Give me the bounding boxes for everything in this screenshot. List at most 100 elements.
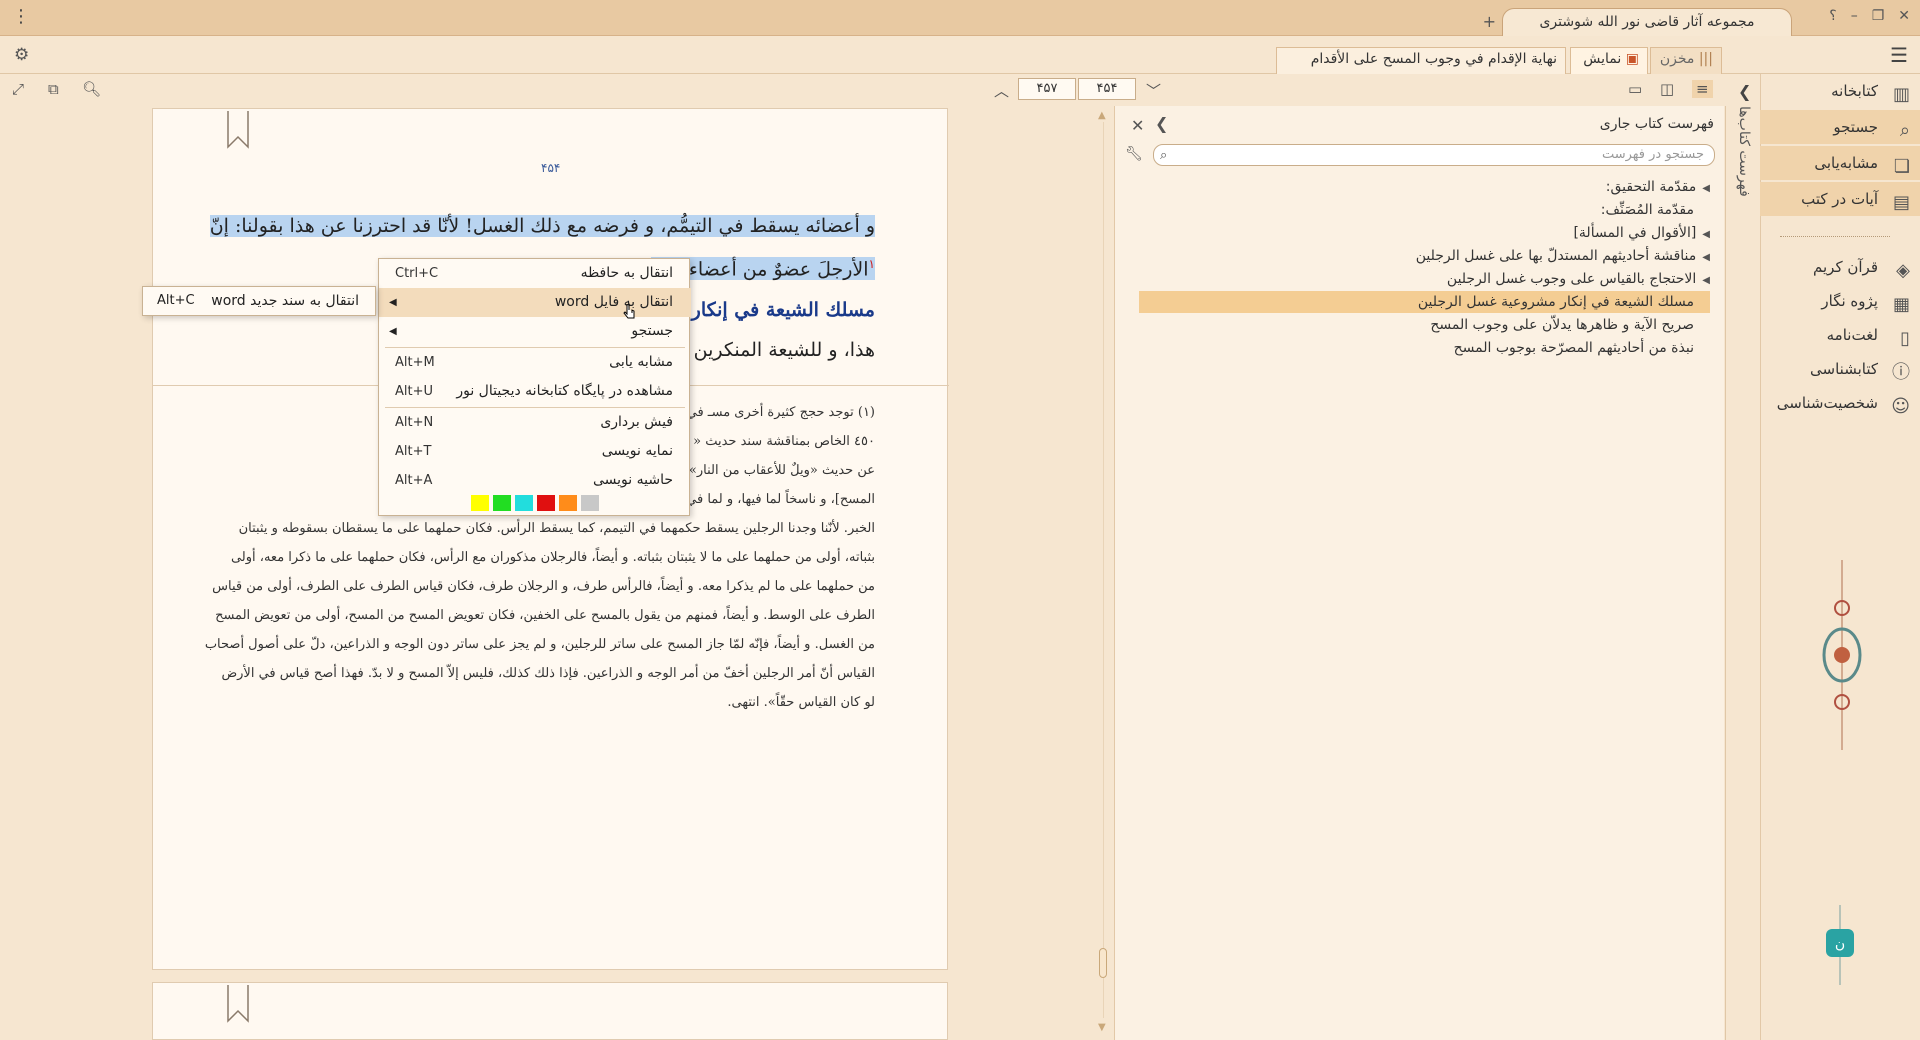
nav-item-library[interactable]: ▥ کتابخانه bbox=[1760, 74, 1920, 108]
toc-row[interactable]: ◀ الاحتجاج بالقياس على وجوب غسل الرجلين bbox=[1447, 268, 1710, 290]
menu-item-shortcut: Alt+U bbox=[395, 384, 434, 399]
color-swatch-cyan[interactable] bbox=[515, 495, 533, 511]
chevron-left-icon[interactable]: ❮ bbox=[1155, 114, 1168, 133]
view-tab-icon: ▣ bbox=[1621, 51, 1639, 67]
svg-text:ن: ن bbox=[1835, 936, 1845, 952]
minimize-button[interactable]: – bbox=[1851, 8, 1858, 24]
list-view-icon[interactable]: ≡ bbox=[1692, 80, 1713, 98]
text-line-selected[interactable]: و أعضائه يسقط في التيمُّم، و فرضه مع ذلك… bbox=[209, 215, 875, 237]
toc-row-selected[interactable]: مسلك الشيعة في إنكار مشروعية غسل الرجلين bbox=[1139, 291, 1710, 313]
color-swatch-gray[interactable] bbox=[581, 495, 599, 511]
submenu-arrow-icon: ◀ bbox=[389, 297, 397, 308]
nav-item-dictionary[interactable]: ▯ لغت‌نامه bbox=[1760, 318, 1920, 352]
compare-icon[interactable]: ⧉ bbox=[48, 80, 59, 98]
gear-icon[interactable]: ⚙ bbox=[14, 45, 29, 65]
toc-row-label: [الأقوال في المسألة] bbox=[1573, 225, 1697, 241]
collapse-nav-icon[interactable]: ❮ bbox=[1738, 82, 1751, 101]
nav-item-persons[interactable]: ☺ شخصیت‌شناسی bbox=[1760, 386, 1920, 420]
quran-icon: ◈ bbox=[1896, 260, 1910, 281]
color-swatch-green[interactable] bbox=[493, 495, 511, 511]
single-page-view-icon[interactable]: ▭ bbox=[1628, 80, 1642, 98]
toc-row[interactable]: نبذة من أحاديثهم المصرّحة بوجوب المسح bbox=[1454, 337, 1694, 359]
nav-item-label: جستجو bbox=[1833, 118, 1878, 136]
person-icon: ☺ bbox=[1891, 396, 1910, 417]
menu-item-label: انتقال به فایل word bbox=[554, 294, 673, 310]
help-icon[interactable]: ؟ bbox=[1829, 8, 1836, 24]
find-in-page-icon[interactable]: 🔍︎ bbox=[82, 80, 101, 98]
color-swatch-orange[interactable] bbox=[559, 495, 577, 511]
footnote-line: بثباته، أولى من حملهما على ما لا يثبتان … bbox=[230, 550, 875, 565]
menu-item-export-word[interactable]: انتقال به فایل word ◀ bbox=[379, 288, 691, 317]
menu-item-copy[interactable]: انتقال به حافظه Ctrl+C bbox=[379, 259, 691, 288]
reader-scrollbar[interactable]: ▲ ▼ bbox=[1096, 106, 1110, 1040]
scrollbar-thumb[interactable] bbox=[1099, 948, 1107, 978]
text-line[interactable]: هذا، و للشيعة المنكرين لـ bbox=[676, 339, 875, 361]
page-up-icon[interactable]: ︿ bbox=[994, 80, 1009, 101]
menu-item-note-card[interactable]: فیش برداری Alt+N bbox=[379, 408, 691, 437]
toc-row-label: صريح الآية و ظاهرها يدلاّن على وجوب المس… bbox=[1430, 317, 1694, 333]
scroll-down-icon[interactable]: ▼ bbox=[1098, 1022, 1106, 1033]
toc-search-input[interactable]: جستجو در فهرست ⌕ bbox=[1153, 144, 1715, 166]
menu-item-indexing[interactable]: نمایه نویسی Alt+T bbox=[379, 437, 691, 466]
wrench-icon[interactable]: 🔧︎ bbox=[1125, 146, 1143, 162]
window-controls: ؟ – ❐ ✕ bbox=[1829, 8, 1910, 24]
expand-arrow-icon[interactable]: ◀ bbox=[1702, 275, 1710, 286]
menu-item-annotation[interactable]: حاشیه نویسی Alt+A bbox=[379, 466, 691, 495]
mouse-cursor-icon bbox=[623, 304, 635, 319]
nav-item-similar[interactable]: ❏ مشابه‌یابی bbox=[1760, 146, 1920, 180]
bookmark-icon[interactable] bbox=[227, 111, 249, 149]
tab-store[interactable]: ||| مخزن bbox=[1650, 47, 1722, 74]
menu-item-shortcut: Ctrl+C bbox=[395, 266, 439, 281]
toc-row[interactable]: ◀ مقدّمة التحقيق: bbox=[1606, 176, 1710, 198]
page-total-field: ۴۵۷ bbox=[1018, 78, 1076, 100]
nav-item-verses[interactable]: ▤ آیات در کتب bbox=[1760, 182, 1920, 216]
nav-item-search[interactable]: ⌕ جستجو bbox=[1760, 110, 1920, 144]
fullscreen-icon[interactable]: ⤢ bbox=[12, 80, 24, 98]
color-swatch-yellow[interactable] bbox=[471, 495, 489, 511]
footnote-line: القياس أنّ أمر الرجلين أخفّ من أمر الوجه… bbox=[221, 666, 875, 681]
toc-row[interactable]: ◀ [الأقوال في المسألة] bbox=[1573, 222, 1710, 244]
hamburger-menu-icon[interactable]: ☰ bbox=[1890, 43, 1908, 67]
page-number-input[interactable]: ۴۵۴ bbox=[1078, 78, 1136, 100]
tab-view[interactable]: ▣ نمایش bbox=[1570, 47, 1648, 74]
reader-toolbar: ⤢ ⧉ 🔍︎ ︿ ۴۵۷ ۴۵۴ ﹀ ▭ ◫ ≡ bbox=[0, 74, 1920, 106]
add-tab-button[interactable]: + bbox=[1483, 12, 1496, 31]
toc-row[interactable]: صريح الآية و ظاهرها يدلاّن على وجوب المس… bbox=[1430, 314, 1694, 336]
two-page-view-icon[interactable]: ◫ bbox=[1660, 80, 1674, 98]
menu-item-label: فیش برداری bbox=[600, 414, 673, 430]
tab-current-book[interactable]: نهاية الإقدام في وجوب المسح على الأقدام bbox=[1276, 47, 1566, 74]
menu-item-search[interactable]: جستجو ◀ bbox=[379, 317, 691, 346]
vertical-tab-books-toc[interactable]: فهرست کتاب‌ها bbox=[1728, 106, 1752, 206]
close-icon[interactable]: ✕ bbox=[1131, 116, 1144, 135]
app-logo: ن bbox=[1826, 905, 1854, 985]
menu-item-label: نمایه نویسی bbox=[601, 443, 673, 459]
toc-row[interactable]: مقدّمة المُصَنِّف: bbox=[1601, 199, 1694, 221]
nav-item-label: قرآن کریم bbox=[1813, 258, 1878, 276]
menu-item-shortcut: Alt+T bbox=[395, 444, 432, 459]
side-navigation: ▥ کتابخانه ⌕ جستجو ❏ مشابه‌یابی ▤ آیات د… bbox=[1760, 74, 1920, 1040]
expand-arrow-icon[interactable]: ◀ bbox=[1702, 229, 1710, 240]
nav-item-bibliography[interactable]: ⓘ کتابشناسی bbox=[1760, 352, 1920, 386]
color-swatch-red[interactable] bbox=[537, 495, 555, 511]
menu-item-label: انتقال به حافظه bbox=[580, 265, 673, 281]
restore-button[interactable]: ❐ bbox=[1872, 8, 1885, 24]
app-menu-icon[interactable]: ⋮ bbox=[12, 6, 30, 27]
nav-item-quran[interactable]: ◈ قرآن کریم bbox=[1760, 250, 1920, 284]
menu-item-label: مشابه یابی bbox=[609, 354, 673, 370]
nav-item-notes[interactable]: ▦ پژوه نگار bbox=[1760, 284, 1920, 318]
toc-panel: ✕ ❮ فهرست کتاب جاری 🔧︎ جستجو در فهرست ⌕ … bbox=[1114, 106, 1724, 1040]
scroll-up-icon[interactable]: ▲ bbox=[1098, 110, 1106, 121]
submenu-item-label: انتقال به سند جدید word bbox=[211, 293, 359, 309]
footnote-marker[interactable]: ١ bbox=[869, 257, 875, 271]
toc-row[interactable]: ◀ مناقشة أحاديثهم المستدلّ بها على غسل ال… bbox=[1416, 245, 1710, 267]
expand-arrow-icon[interactable]: ◀ bbox=[1702, 252, 1710, 263]
close-window-button[interactable]: ✕ bbox=[1898, 8, 1910, 24]
app-title-tab[interactable]: مجموعه آثار قاضی نور الله شوشتری bbox=[1502, 8, 1792, 36]
menu-item-similar[interactable]: مشابه یابی Alt+M bbox=[379, 348, 691, 377]
bookmark-icon[interactable] bbox=[227, 985, 249, 1023]
menu-item-view-in-noor[interactable]: مشاهده در پایگاه کتابخانه دیجیتال نور Al… bbox=[379, 377, 691, 406]
nav-item-label: شخصیت‌شناسی bbox=[1776, 394, 1878, 412]
page-down-icon[interactable]: ﹀ bbox=[1146, 80, 1161, 101]
submenu-item-new-word-document[interactable]: انتقال به سند جدید word Alt+C bbox=[143, 287, 375, 315]
expand-arrow-icon[interactable]: ◀ bbox=[1702, 183, 1710, 194]
